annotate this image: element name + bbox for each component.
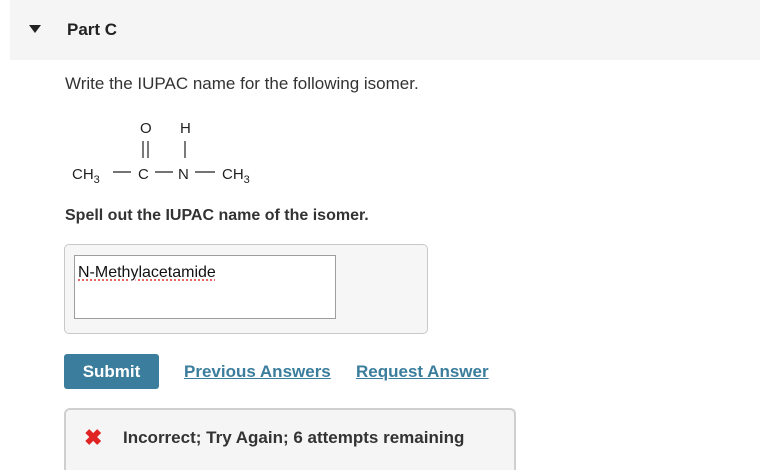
part-header[interactable] bbox=[10, 0, 760, 60]
request-answer-link[interactable]: Request Answer bbox=[356, 362, 489, 382]
previous-answers-link[interactable]: Previous Answers bbox=[184, 362, 331, 382]
instruction-text: Spell out the IUPAC name of the isomer. bbox=[65, 207, 369, 224]
right-methyl-label: CH3 bbox=[222, 166, 250, 186]
answer-value: N-Methylacetamide bbox=[78, 264, 216, 281]
answer-input[interactable]: N-Methylacetamide bbox=[74, 255, 336, 319]
x-icon: ✖ bbox=[84, 425, 103, 450]
structural-formula: O H CH3 C N CH3 bbox=[72, 120, 250, 186]
oxygen-atom: O bbox=[140, 120, 152, 137]
carbon-atom: C bbox=[138, 166, 149, 183]
submit-button[interactable]: Submit bbox=[64, 354, 159, 389]
left-methyl-label: CH3 bbox=[72, 166, 100, 186]
part-title: Part C bbox=[67, 20, 118, 39]
nitrogen-atom: N bbox=[178, 166, 189, 183]
collapse-caret-icon[interactable] bbox=[29, 25, 41, 33]
question-prompt: Write the IUPAC name for the following i… bbox=[65, 74, 419, 93]
hydrogen-atom: H bbox=[180, 120, 191, 137]
feedback-text: Incorrect; Try Again; 6 attempts remaini… bbox=[123, 428, 465, 447]
